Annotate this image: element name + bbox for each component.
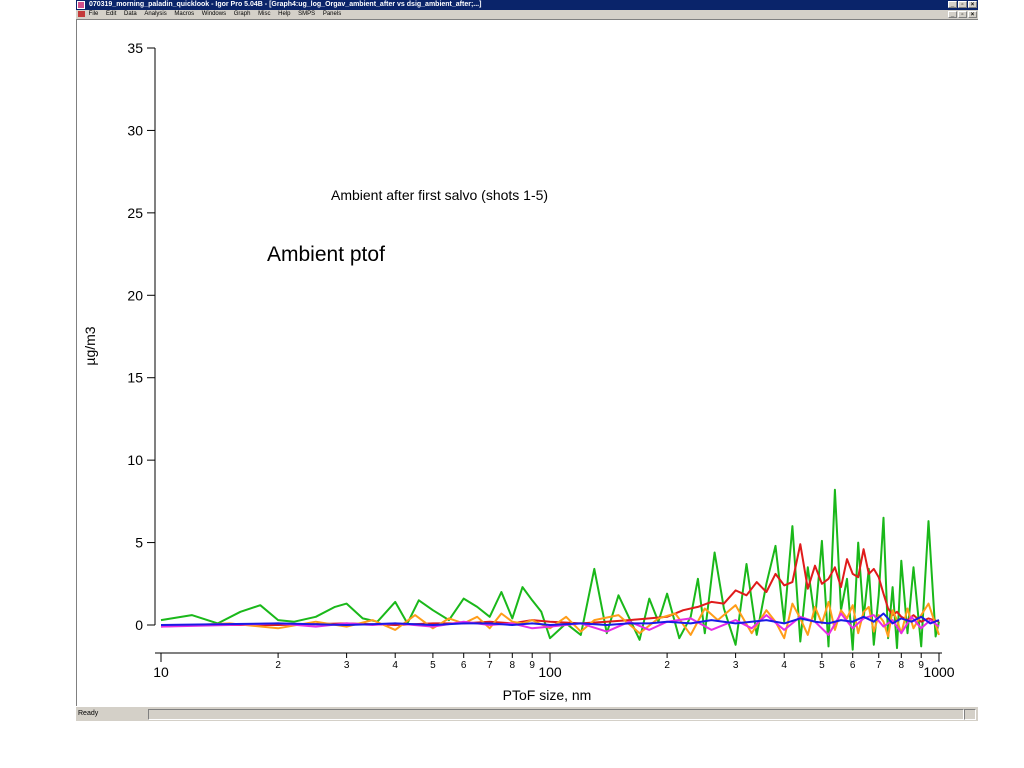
x-minor-tick-label: 2 xyxy=(664,660,670,671)
status-bar: Ready xyxy=(76,706,978,721)
window-controls: _ ▫ × xyxy=(948,1,977,8)
annotation-ambient-salvo: Ambient after first salvo (shots 1-5) xyxy=(331,187,548,203)
x-axis-label: PToF size, nm xyxy=(503,687,592,703)
x-major-tick-label: 10 xyxy=(153,664,169,680)
y-tick-label: 15 xyxy=(127,370,143,386)
maximize-button[interactable]: ▫ xyxy=(958,1,967,8)
x-minor-tick-label: 5 xyxy=(430,660,436,671)
x-minor-tick-label: 7 xyxy=(487,660,493,671)
menu-help[interactable]: Help xyxy=(278,10,290,19)
y-tick-label: 10 xyxy=(127,452,143,468)
menu-smps[interactable]: SMPS xyxy=(298,10,315,19)
menu-file[interactable]: File xyxy=(89,10,99,19)
menu-panels[interactable]: Panels xyxy=(323,10,341,19)
x-major-tick-label: 1000 xyxy=(923,664,954,680)
menu-graph[interactable]: Graph xyxy=(234,10,251,19)
doc-minimize-button[interactable]: _ xyxy=(948,11,957,18)
graph-window[interactable]: 0 5 10 15 20 25 30 35 10 100 1000 2 3 4 5 6 7 8 9 2 3 4 5 6 7 8 9… xyxy=(76,20,979,706)
menu-macros[interactable]: Macros xyxy=(174,10,194,19)
x-minor-tick-label: 5 xyxy=(819,660,825,671)
plot-area xyxy=(160,488,940,651)
x-minor-tick-label: 2 xyxy=(275,660,281,671)
window-title-bar[interactable]: 070319_morning_paladin_quicklook - Igor … xyxy=(76,0,978,10)
igor-app-icon xyxy=(77,1,85,9)
y-tick-label: 0 xyxy=(135,617,143,633)
x-minor-tick-label: 6 xyxy=(461,660,467,671)
x-minor-tick-label: 9 xyxy=(529,660,535,671)
menu-windows[interactable]: Windows xyxy=(202,10,226,19)
status-pane xyxy=(148,709,964,720)
x-minor-tick-label: 6 xyxy=(850,660,856,671)
series-group xyxy=(160,488,940,651)
menu-analysis[interactable]: Analysis xyxy=(144,10,166,19)
y-axis-label: µg/m3 xyxy=(82,326,98,365)
y-tick-label: 30 xyxy=(127,122,143,138)
status-text: Ready xyxy=(78,710,99,717)
doc-close-button[interactable]: × xyxy=(968,11,977,18)
y-tick-label: 25 xyxy=(127,205,143,221)
menu-misc[interactable]: Misc xyxy=(258,10,270,19)
x-minor-tick-label: 9 xyxy=(918,660,924,671)
menu-data[interactable]: Data xyxy=(124,10,137,19)
x-minor-tick-label: 4 xyxy=(392,660,398,671)
x-minor-tick-label: 3 xyxy=(733,660,739,671)
size-distribution-chart: 0 5 10 15 20 25 30 35 10 100 1000 2 3 4 5 6 7 8 9 2 3 4 5 6 7 8 9… xyxy=(82,40,955,703)
x-minor-tick-label: 7 xyxy=(876,660,882,671)
x-axis-ticks: 10 100 1000 2 3 4 5 6 7 8 9 2 3 4 5 6 7 8 9 xyxy=(153,653,955,680)
menu-edit[interactable]: Edit xyxy=(106,10,116,19)
minimize-button[interactable]: _ xyxy=(948,1,957,8)
document-window-controls: _ ▫ × xyxy=(948,11,977,18)
x-minor-tick-label: 3 xyxy=(344,660,350,671)
y-tick-label: 20 xyxy=(127,287,143,303)
annotation-ambient-ptof: Ambient ptof xyxy=(267,243,385,266)
x-major-tick-label: 100 xyxy=(538,664,562,680)
x-minor-tick-label: 8 xyxy=(899,660,905,671)
close-button[interactable]: × xyxy=(968,1,977,8)
x-minor-tick-label: 4 xyxy=(781,660,787,671)
menu-bar: File Edit Data Analysis Macros Windows G… xyxy=(76,10,978,20)
y-tick-label: 5 xyxy=(135,535,143,551)
y-tick-label: 35 xyxy=(127,40,143,56)
window-title: 070319_morning_paladin_quicklook - Igor … xyxy=(88,1,482,8)
x-minor-tick-label: 8 xyxy=(510,660,516,671)
doc-restore-button[interactable]: ▫ xyxy=(958,11,967,18)
status-pane-small xyxy=(964,709,976,720)
y-axis-ticks: 0 5 10 15 20 25 30 35 xyxy=(127,40,155,633)
graph-window-icon[interactable] xyxy=(78,11,85,17)
